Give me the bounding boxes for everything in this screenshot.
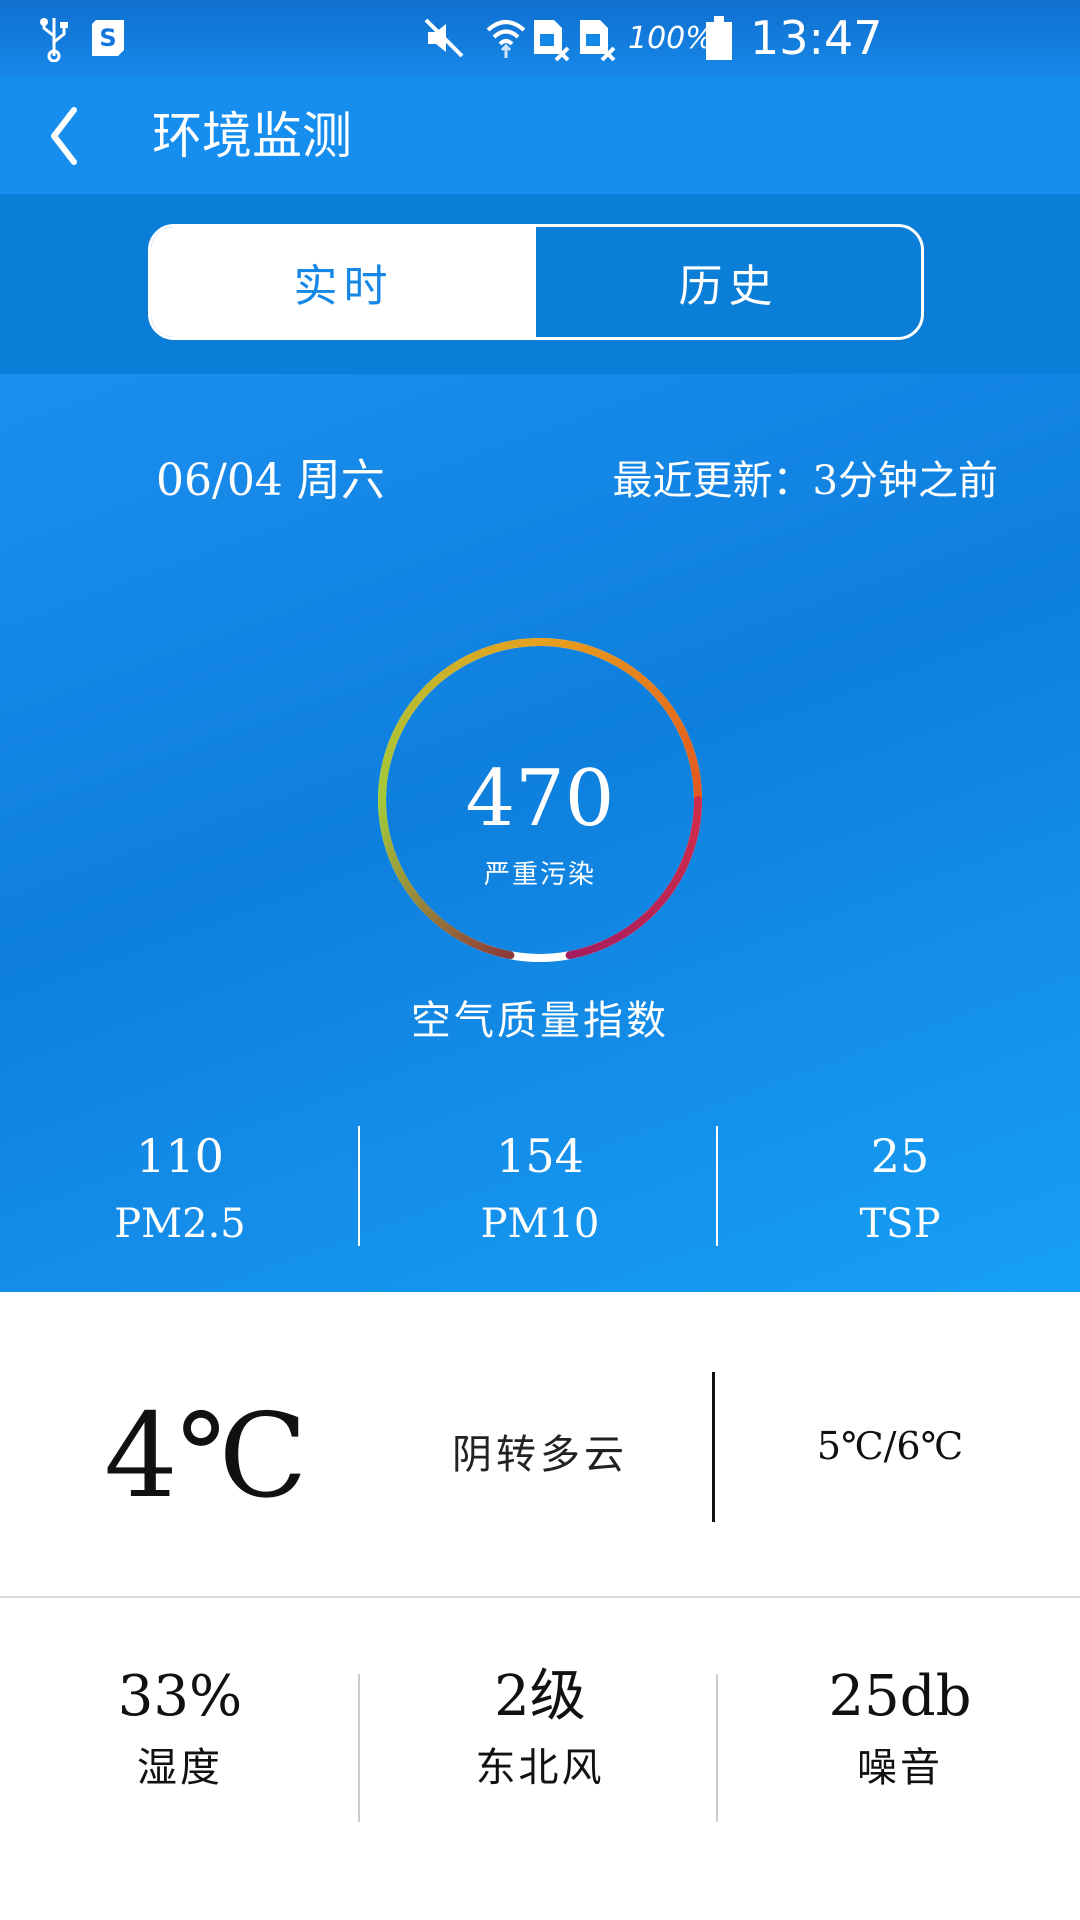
divider <box>0 1596 1080 1598</box>
date-label: 06/04 周六 <box>156 455 385 506</box>
air-quality-panel: 06/04 周六 最近更新：3分钟之前 470 严重污染 空气质量指数 110 <box>0 374 1080 1292</box>
chevron-left-icon <box>51 107 77 165</box>
battery-icon <box>704 8 734 68</box>
pollutant-row: 110 PM2.5 154 PM10 25 TSP <box>0 1126 1080 1256</box>
tab-history[interactable]: 历史 <box>536 227 921 337</box>
usb-icon <box>36 8 72 68</box>
pm10-cell: 154 PM10 <box>360 1126 720 1256</box>
divider <box>716 1674 718 1822</box>
battery-percent: 100% <box>628 20 714 56</box>
divider <box>358 1674 360 1822</box>
wifi-icon <box>484 8 528 68</box>
humidity-value: 33% <box>117 1664 243 1729</box>
noise-label: 噪音 <box>857 1745 943 1791</box>
tab-band: 实时 历史 <box>0 194 1080 374</box>
aqi-caption: 空气质量指数 <box>411 998 669 1044</box>
noise-cell: 25db 噪音 <box>720 1660 1080 1840</box>
back-button[interactable] <box>40 96 120 176</box>
svg-text:S: S <box>99 24 116 52</box>
weather-condition: 阴转多云 <box>452 1432 628 1478</box>
pm10-label: PM10 <box>480 1201 600 1247</box>
status-bar: S 100% 13:47 <box>0 0 1080 76</box>
s-app-icon: S <box>88 8 128 68</box>
pm25-cell: 110 PM2.5 <box>0 1126 360 1256</box>
environment-row: 33% 湿度 2级 东北风 25db 噪音 <box>0 1660 1080 1840</box>
wind-cell: 2级 东北风 <box>360 1660 720 1840</box>
pm25-value: 110 <box>136 1129 224 1183</box>
pm25-label: PM2.5 <box>114 1201 246 1247</box>
divider <box>712 1372 715 1522</box>
no-sim-icon <box>530 8 572 68</box>
tsp-value: 25 <box>870 1129 930 1183</box>
noise-value: 25db <box>828 1664 972 1729</box>
no-sim-icon <box>576 8 618 68</box>
mute-icon <box>422 8 466 68</box>
temperature: 4℃ <box>104 1389 308 1524</box>
last-update-label: 最近更新：3分钟之前 <box>612 458 998 504</box>
divider <box>358 1126 360 1246</box>
wind-label: 东北风 <box>475 1745 605 1791</box>
tab-realtime[interactable]: 实时 <box>151 227 536 337</box>
page-title: 环境监测 <box>152 107 352 165</box>
wind-value: 2级 <box>494 1664 586 1729</box>
divider <box>716 1126 718 1246</box>
segmented-control: 实时 历史 <box>148 224 924 340</box>
weather-section: 4℃ 阴转多云 5℃/6℃ <box>0 1292 1080 1596</box>
aqi-value: 470 <box>465 754 615 844</box>
aqi-level: 严重污染 <box>483 860 596 890</box>
app-bar: 环境监测 <box>0 76 1080 194</box>
temperature-range: 5℃/6℃ <box>816 1424 964 1468</box>
tsp-label: TSP <box>859 1201 941 1247</box>
pm10-value: 154 <box>496 1129 584 1183</box>
humidity-label: 湿度 <box>137 1745 223 1791</box>
clock: 13:47 <box>750 11 883 65</box>
humidity-cell: 33% 湿度 <box>0 1660 360 1840</box>
tsp-cell: 25 TSP <box>720 1126 1080 1256</box>
